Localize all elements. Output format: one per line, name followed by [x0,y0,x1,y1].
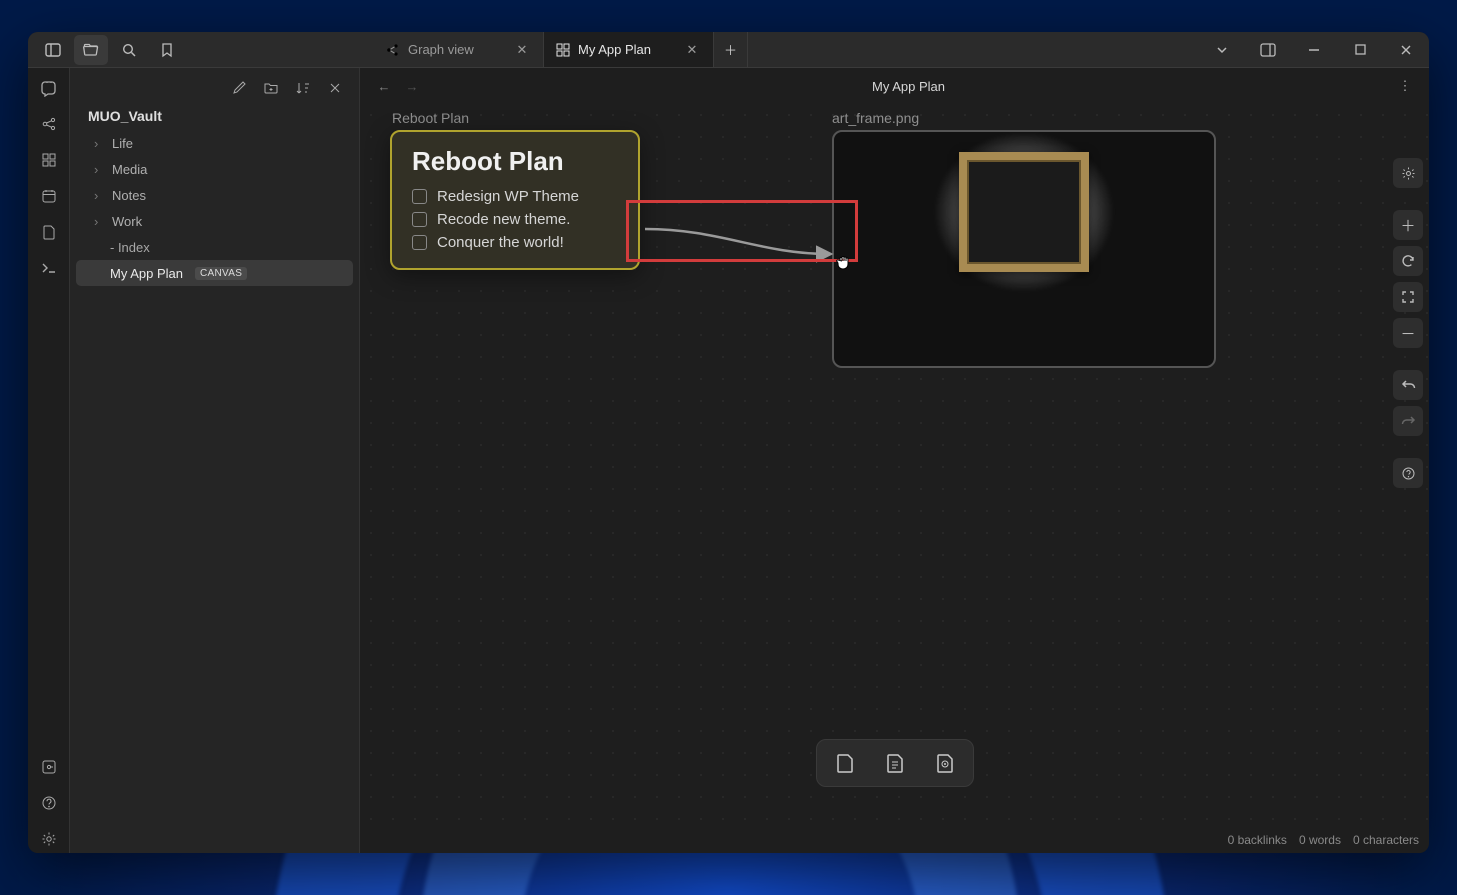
editor-pane: ← → My App Plan ⋮ Reboot Plan Reboot Pla… [360,68,1429,853]
editor-header: ← → My App Plan ⋮ [360,68,1429,104]
app-body: MUO_Vault ›Life ›Media ›Notes ›Work - In… [28,68,1429,853]
left-ribbon [28,68,70,853]
editor-title: My App Plan [426,79,1391,94]
vault-name[interactable]: MUO_Vault [70,108,359,128]
folder-media[interactable]: ›Media [76,156,353,182]
zoom-out-button[interactable]: － [1393,318,1423,348]
graph-view-icon[interactable] [34,110,64,138]
new-tab-button[interactable]: ＋ [714,32,748,67]
zoom-fit-button[interactable] [1393,282,1423,312]
checkbox-item[interactable]: Conquer the world! [412,231,618,254]
note-card-reboot-plan[interactable]: Reboot Plan Redesign WP Theme Recode new… [390,130,640,270]
image-node-label: art_frame.png [832,110,919,126]
folder-life[interactable]: ›Life [76,130,353,156]
undo-button[interactable] [1393,370,1423,400]
right-sidebar-toggle[interactable] [1245,32,1291,68]
vault-icon[interactable] [34,753,64,781]
canvas-icon[interactable] [34,146,64,174]
checkbox-icon[interactable] [412,189,427,204]
redo-button[interactable] [1393,406,1423,436]
canvas-area[interactable]: Reboot Plan Reboot Plan Redesign WP Them… [360,104,1429,823]
note-title: Reboot Plan [412,146,618,177]
canvas-tool-rail: ＋ － [1393,158,1423,488]
add-media-button[interactable] [927,746,963,780]
canvas-help-button[interactable] [1393,458,1423,488]
bookmark-button[interactable] [150,35,184,65]
close-icon[interactable]: ✕ [683,42,701,58]
checkbox-icon[interactable] [412,235,427,250]
collapse-icon[interactable] [323,76,347,100]
file-index[interactable]: - Index [76,234,353,260]
canvas-add-bar [816,739,974,787]
sidebar-toolbar [70,68,359,108]
app-window: Graph view ✕ My App Plan ✕ ＋ [28,32,1429,853]
add-note-button[interactable] [877,746,913,780]
status-bar: 0 backlinks 0 words 0 characters [1228,833,1419,847]
templates-icon[interactable] [34,218,64,246]
folder-open-button[interactable] [74,35,108,65]
tab-label: My App Plan [578,42,675,57]
folder-work[interactable]: ›Work [76,208,353,234]
zoom-in-button[interactable]: ＋ [1393,210,1423,240]
graph-icon [386,43,400,57]
tab-label: Graph view [408,42,505,57]
new-note-icon[interactable] [227,76,251,100]
folder-notes[interactable]: ›Notes [76,182,353,208]
quick-switcher-icon[interactable] [34,74,64,102]
nav-back-button[interactable]: ← [370,79,398,94]
help-icon[interactable] [34,789,64,817]
close-icon[interactable]: ✕ [513,42,531,58]
command-palette-icon[interactable] [34,254,64,282]
sidebar-toggle-button[interactable] [36,35,70,65]
tab-strip: Graph view ✕ My App Plan ✕ ＋ [374,32,748,67]
settings-icon[interactable] [34,825,64,853]
tab-list-dropdown[interactable] [1199,32,1245,68]
checkbox-item[interactable]: Recode new theme. [412,208,618,231]
image-node-art-frame[interactable] [832,130,1216,368]
minimize-button[interactable] [1291,32,1337,68]
checkbox-icon[interactable] [412,212,427,227]
canvas-settings-button[interactable] [1393,158,1423,188]
editor-more-button[interactable]: ⋮ [1391,78,1419,94]
tab-graph-view[interactable]: Graph view ✕ [374,32,544,67]
checkbox-item[interactable]: Redesign WP Theme [412,185,618,208]
tab-my-app-plan[interactable]: My App Plan ✕ [544,32,714,67]
picture-frame-graphic [959,152,1089,272]
canvas-badge: CANVAS [195,267,247,280]
titlebar: Graph view ✕ My App Plan ✕ ＋ [28,32,1429,68]
file-explorer-sidebar: MUO_Vault ›Life ›Media ›Notes ›Work - In… [70,68,360,853]
grab-cursor-icon [836,252,854,272]
annotation-highlight [626,200,858,262]
add-card-button[interactable] [827,746,863,780]
backlinks-count[interactable]: 0 backlinks [1228,833,1287,847]
file-my-app-plan[interactable]: My App Plan CANVAS [76,260,353,286]
char-count[interactable]: 0 characters [1353,833,1419,847]
file-tree: ›Life ›Media ›Notes ›Work - Index My App… [70,128,359,288]
daily-note-icon[interactable] [34,182,64,210]
word-count[interactable]: 0 words [1299,833,1341,847]
canvas-icon [556,43,570,57]
sort-icon[interactable] [291,76,315,100]
nav-forward-button[interactable]: → [398,79,426,94]
note-node-label: Reboot Plan [392,110,469,126]
new-folder-icon[interactable] [259,76,283,100]
maximize-button[interactable] [1337,32,1383,68]
search-button[interactable] [112,35,146,65]
close-window-button[interactable] [1383,32,1429,68]
reset-zoom-button[interactable] [1393,246,1423,276]
